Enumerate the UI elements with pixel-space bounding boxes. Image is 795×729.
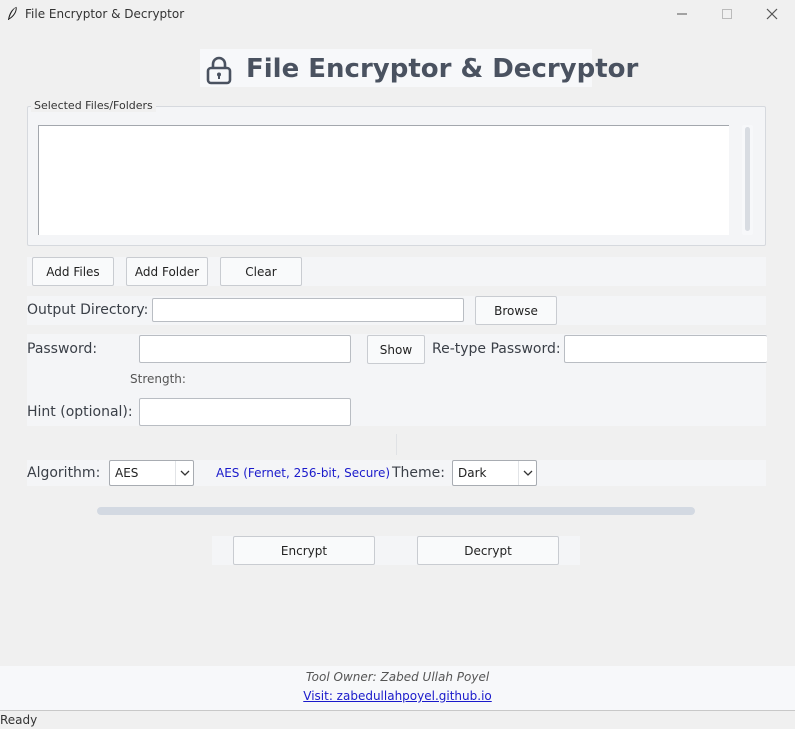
encrypt-button[interactable]: Encrypt [233,536,375,565]
retype-password-label: Re-type Password: [432,341,561,357]
scrollbar-thumb[interactable] [745,127,750,231]
feather-icon [8,6,17,20]
algorithm-label: Algorithm: [27,465,101,481]
visit-link[interactable]: Visit: zabedullahpoyel.github.io [0,689,795,703]
add-files-button[interactable]: Add Files [32,257,114,286]
clear-button[interactable]: Clear [220,257,302,286]
maximize-button[interactable] [704,0,750,28]
close-button[interactable] [749,0,795,28]
close-icon [766,8,778,20]
selected-files-list[interactable] [38,125,729,235]
add-folder-button[interactable]: Add Folder [126,257,208,286]
status-bar: Ready [0,710,795,729]
algorithm-value: AES [115,466,139,480]
hint-input[interactable] [139,398,351,426]
tool-owner-text: Tool Owner: Zabed Ullah Poyel [305,670,490,684]
retype-password-input[interactable] [564,335,767,363]
page-title: File Encryptor & Decryptor [246,54,639,84]
output-directory-input[interactable] [152,298,464,322]
selected-files-legend: Selected Files/Folders [31,99,156,112]
maximize-icon [722,9,732,19]
password-input[interactable] [139,335,351,363]
lock-icon [206,56,232,85]
output-directory-label: Output Directory: [27,302,149,318]
algorithm-info: AES (Fernet, 256-bit, Secure) [216,466,391,480]
theme-select[interactable]: Dark [452,460,537,486]
chevron-down-icon[interactable] [518,461,536,485]
theme-label: Theme: [392,465,446,481]
theme-value: Dark [458,466,487,480]
browse-button[interactable]: Browse [475,296,557,325]
progress-bar [97,507,695,515]
minimize-icon [677,13,687,15]
chevron-down-icon[interactable] [175,461,193,485]
hint-label: Hint (optional): [27,404,133,420]
algorithm-select[interactable]: AES [109,460,194,486]
window-title: File Encryptor & Decryptor [25,7,185,21]
status-text: Ready [0,713,38,727]
minimize-button[interactable] [659,0,705,28]
decrypt-button[interactable]: Decrypt [417,536,559,565]
title-bar: File Encryptor & Decryptor [0,0,795,28]
show-password-button[interactable]: Show [367,335,425,364]
password-label: Password: [27,341,98,357]
password-strength-label: Strength: [130,372,186,386]
separator [396,434,397,455]
files-scrollbar[interactable] [742,125,753,235]
